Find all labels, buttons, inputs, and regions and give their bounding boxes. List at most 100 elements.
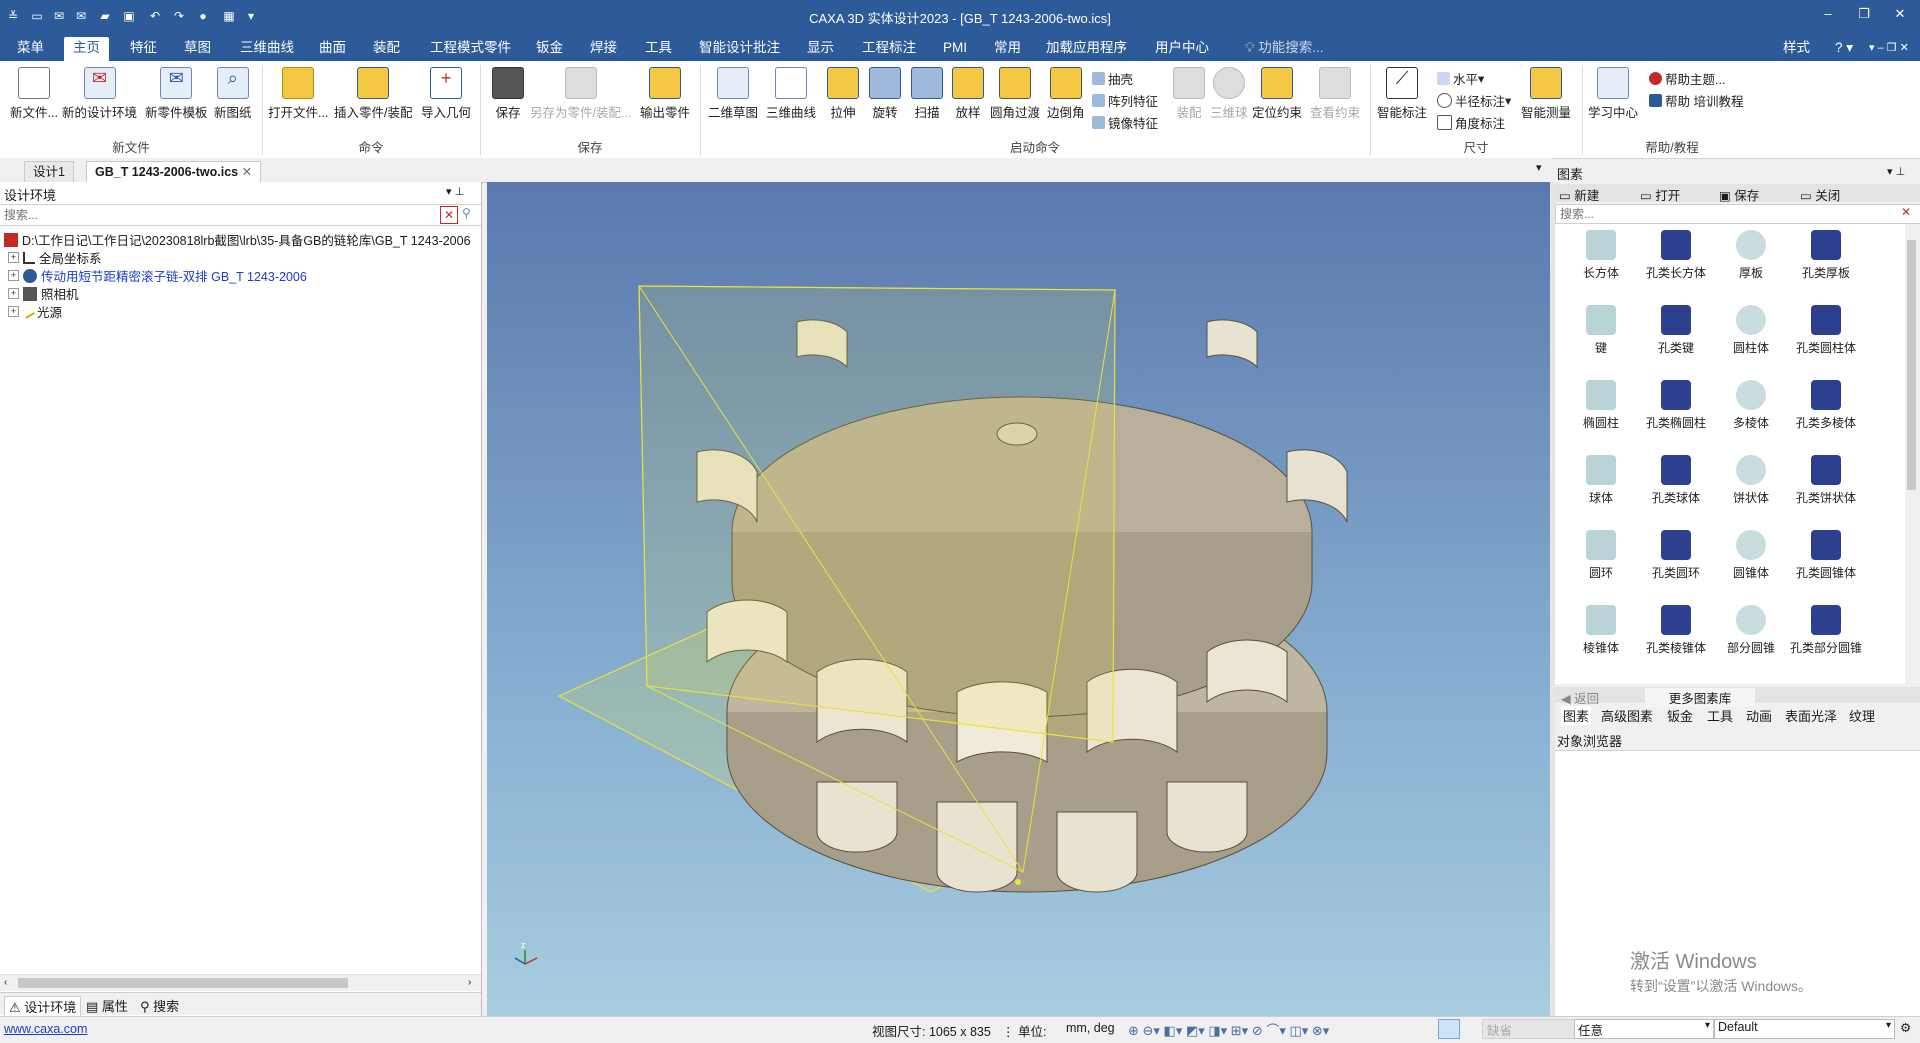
tab-search[interactable]: ⚲ 搜索 — [140, 996, 179, 1015]
tree-global-coord[interactable]: + 全局坐标系 — [8, 249, 102, 266]
back-button[interactable]: ◀ 返回 — [1561, 688, 1599, 707]
catalog-item[interactable]: 孔类圆锥体 — [1788, 530, 1864, 581]
angle-dim-button[interactable]: 角度标注 — [1437, 113, 1505, 132]
catalog-scroll-thumb[interactable] — [1907, 240, 1916, 490]
open-catalog-button[interactable]: ▭ 打开 — [1640, 185, 1680, 204]
learning-center-button[interactable]: 学习中心 — [1588, 67, 1638, 121]
import-geometry-button[interactable]: + 导入几何 — [421, 67, 471, 121]
catalog-search-input[interactable] — [1558, 206, 1892, 222]
catalog-item[interactable]: 孔类多棱体 — [1788, 380, 1864, 431]
insert-part-button[interactable]: 插入零件/装配 — [334, 67, 412, 121]
catalog-item[interactable]: 孔类部分圆锥 — [1788, 605, 1864, 656]
menu-eng-dim[interactable]: 工程标注 — [853, 37, 925, 59]
sweep-button[interactable]: 扫描 — [911, 67, 943, 121]
tab-gb-file[interactable]: GB_T 1243-2006-two.ics ✕ — [86, 161, 262, 182]
export-part-button[interactable]: 输出零件 — [640, 67, 690, 121]
tab-elements[interactable]: 图素 — [1561, 706, 1592, 725]
catalog-item[interactable]: 孔类键 — [1638, 305, 1714, 356]
2d-sketch-button[interactable]: 二维草图 — [708, 67, 758, 121]
new-drawing-button[interactable]: ⌕ 新图纸 — [214, 67, 252, 121]
expand-icon[interactable]: + — [8, 306, 19, 317]
expand-icon[interactable]: + — [8, 252, 19, 263]
render-style-select[interactable]: Default ▾ — [1714, 1019, 1895, 1039]
tab-texture[interactable]: 纹理 — [1849, 706, 1875, 725]
tab-dropdown-icon[interactable]: ▾ — [1536, 161, 1542, 174]
assembly-button[interactable]: 装配 — [1173, 67, 1205, 121]
scroll-right-icon[interactable]: › — [468, 977, 471, 988]
shell-button[interactable]: 抽壳 — [1092, 69, 1133, 88]
menu-display[interactable]: 显示 — [798, 37, 843, 59]
help-topics-button[interactable]: 帮助主题... — [1649, 69, 1725, 88]
menu-eng-part[interactable]: 工程模式零件 — [421, 37, 520, 59]
expand-icon[interactable]: + — [8, 288, 19, 299]
view-constraint-button[interactable]: 查看约束 — [1310, 67, 1360, 121]
new-catalog-button[interactable]: ▭ 新建 — [1559, 185, 1599, 204]
minimize-button[interactable]: – — [1816, 6, 1840, 26]
3d-viewport[interactable]: z — [487, 182, 1550, 1016]
front-plane[interactable] — [638, 285, 1116, 743]
pattern-button[interactable]: 阵列特征 — [1092, 91, 1158, 110]
catalog-item[interactable]: 孔类椭圆柱 — [1638, 380, 1714, 431]
menu-surface[interactable]: 曲面 — [310, 37, 355, 59]
catalog-item[interactable]: 厚板 — [1713, 230, 1789, 281]
catalog-item[interactable]: 孔类棱锥体 — [1638, 605, 1714, 656]
catalog-item[interactable]: 棱锥体 — [1563, 605, 1639, 656]
menu-sheetmetal[interactable]: 钣金 — [527, 37, 572, 59]
catalog-scrollbar[interactable] — [1905, 224, 1918, 684]
revolve-button[interactable]: 旋转 — [869, 67, 901, 121]
fillet-button[interactable]: 圆角过渡 — [990, 67, 1040, 121]
catalog-item[interactable]: 长方体 — [1563, 230, 1639, 281]
horizontal-scrollbar[interactable]: ‹ › — [0, 974, 481, 991]
search-options-icon[interactable]: ⚲ — [462, 206, 471, 220]
caxa-link[interactable]: www.caxa.com — [4, 1022, 87, 1036]
menu-main[interactable]: 菜单 — [8, 37, 53, 59]
tab-animation[interactable]: 动画 — [1746, 706, 1772, 725]
catalog-item[interactable]: 孔类球体 — [1638, 455, 1714, 506]
radius-dim-button[interactable]: 半径标注 ▾ — [1437, 91, 1511, 110]
scroll-left-icon[interactable]: ‹ — [4, 977, 7, 988]
tree-root[interactable]: D:\工作日记\工作日记\20230818lrb截图\lrb\35-具备GB的链… — [4, 231, 471, 248]
menu-assembly[interactable]: 装配 — [364, 37, 409, 59]
catalog-item[interactable]: 饼状体 — [1713, 455, 1789, 506]
restore-button[interactable]: ❐ — [1852, 6, 1876, 26]
menu-feature[interactable]: 特征 — [121, 37, 166, 59]
catalog-item[interactable]: 孔类圆环 — [1638, 530, 1714, 581]
select-arrow-icon[interactable] — [1438, 1019, 1460, 1039]
menu-tools[interactable]: 工具 — [636, 37, 681, 59]
new-design-env-button[interactable]: ✉ 新的设计环境 — [62, 67, 137, 121]
expand-icon[interactable]: + — [8, 270, 19, 281]
horizontal-dim-button[interactable]: 水平 ▾ — [1437, 69, 1484, 88]
catalog-item[interactable]: 孔类长方体 — [1638, 230, 1714, 281]
clear-catalog-search-icon[interactable]: ✕ — [1901, 205, 1911, 219]
3d-ball-button[interactable]: 三维球 — [1210, 67, 1248, 121]
menu-sketch[interactable]: 草图 — [175, 37, 220, 59]
style-menu[interactable]: 样式 — [1774, 37, 1819, 59]
save-button[interactable]: 保存 — [492, 67, 524, 121]
panel-pin-icon[interactable]: ▾ ⊥ — [1887, 165, 1905, 178]
3d-curve-button[interactable]: 三维曲线 — [766, 67, 816, 121]
training-button[interactable]: 帮助 培训教程 — [1649, 91, 1743, 110]
menu-smart-annotation[interactable]: 智能设计批注 — [690, 37, 789, 59]
catalog-item[interactable]: 孔类厚板 — [1788, 230, 1864, 281]
tab-properties[interactable]: ▤ 属性 — [86, 996, 128, 1015]
extrude-button[interactable]: 拉伸 — [827, 67, 859, 121]
smart-measure-button[interactable]: 智能测量 — [1521, 67, 1571, 121]
catalog-item[interactable]: 孔类饼状体 — [1788, 455, 1864, 506]
menu-home[interactable]: 主页 — [64, 37, 109, 61]
menu-user-center[interactable]: 用户中心 — [1146, 37, 1218, 59]
clear-search-icon[interactable]: ✕ — [440, 206, 458, 224]
view-tools[interactable]: ⊕ ⊖▾ ◧▾ ◩▾ ◨▾ ⊞▾ ⊘ ⌒▾ ◫▾ ⊗▾ — [1128, 1020, 1329, 1039]
selection-mode-select[interactable]: 任意 ▾ — [1574, 1019, 1714, 1039]
tree-camera[interactable]: + 照相机 — [8, 285, 79, 302]
catalog-item[interactable]: 椭圆柱 — [1563, 380, 1639, 431]
panel-menu-icon[interactable]: ▾ ⊥ — [446, 185, 464, 198]
menu-common[interactable]: 常用 — [985, 37, 1030, 59]
catalog-item[interactable]: 圆环 — [1563, 530, 1639, 581]
help-icon[interactable]: ? ▾ — [1826, 37, 1862, 59]
catalog-item[interactable]: 键 — [1563, 305, 1639, 356]
menu-weld[interactable]: 焊接 — [581, 37, 626, 59]
smart-dim-button[interactable]: ⟋ 智能标注 — [1377, 67, 1427, 121]
catalog-item[interactable]: 球体 — [1563, 455, 1639, 506]
save-as-part-button[interactable]: 另存为零件/装配... — [530, 67, 631, 121]
chamfer-button[interactable]: 边倒角 — [1047, 67, 1085, 121]
